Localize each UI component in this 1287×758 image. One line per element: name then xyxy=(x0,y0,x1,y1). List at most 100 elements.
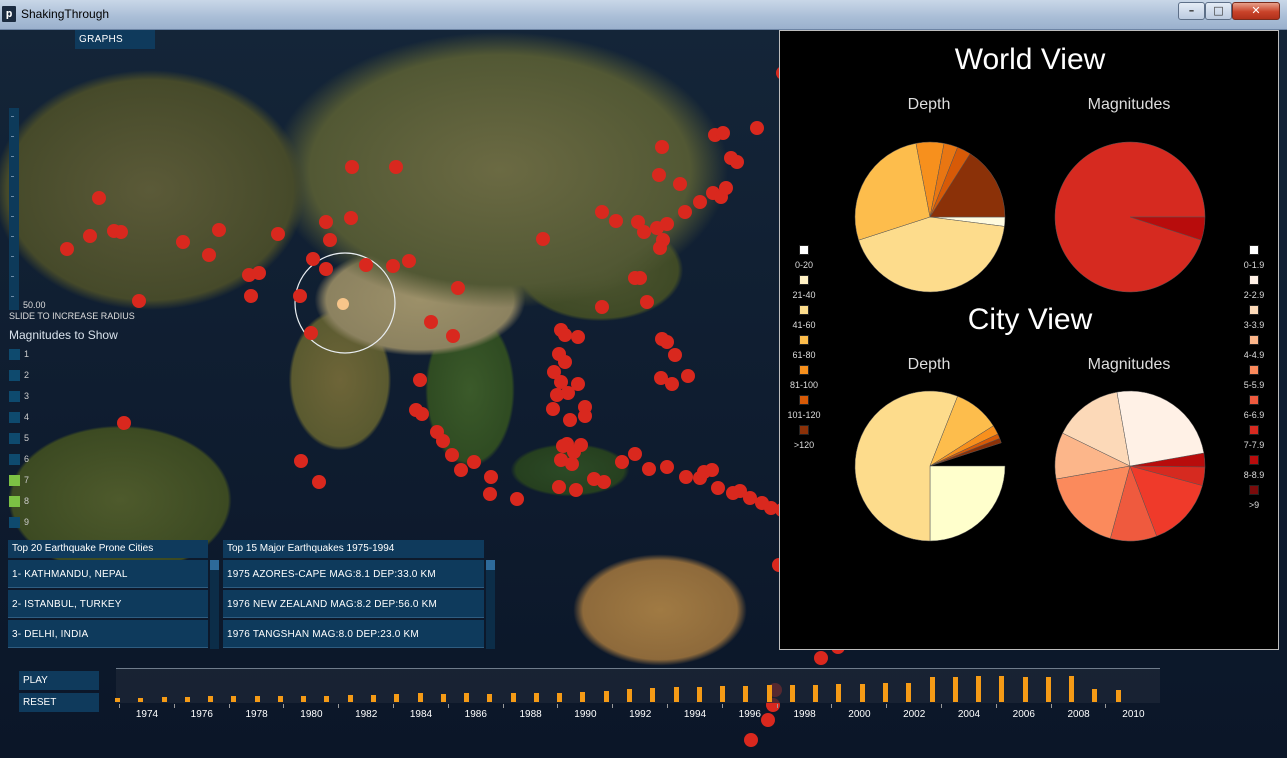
major-quakes-scroll-thumb[interactable] xyxy=(486,560,495,570)
timeline-tick xyxy=(831,704,833,708)
timeline-bar xyxy=(254,695,260,702)
timeline-bar xyxy=(929,677,935,702)
timeline-year-label: 2004 xyxy=(957,709,981,720)
radius-slider[interactable] xyxy=(9,108,19,310)
legend-item: >9 xyxy=(1233,485,1273,515)
title-bar: p ShakingThrough – □ ✕ xyxy=(0,0,1287,30)
legend-item: 5-5.9 xyxy=(1233,365,1273,395)
magnitude-filter-label: 2 xyxy=(24,370,30,380)
city-list-item[interactable]: 2- ISTANBUL, TURKEY xyxy=(8,590,208,618)
timeline-bar xyxy=(789,685,795,702)
magnitude-filter-3[interactable]: 3 xyxy=(9,391,49,405)
major-quakes-scrollbar[interactable] xyxy=(486,560,495,649)
magnitude-filter-label: 6 xyxy=(24,454,30,464)
timeline-bar xyxy=(1045,676,1051,702)
pie-slice xyxy=(1116,390,1205,467)
timeline-bar xyxy=(906,682,912,702)
cities-list-title: Top 20 Earthquake Prone Cities xyxy=(12,543,154,554)
legend-item: 2-2.9 xyxy=(1233,275,1273,305)
legend-label: 5-5.9 xyxy=(1243,380,1265,390)
world-magnitudes-label: Magnitudes xyxy=(1087,96,1171,113)
magnitude-filter-7[interactable]: 7 xyxy=(9,475,49,489)
magnitude-checkbox[interactable] xyxy=(9,412,20,423)
major-quake-list-item[interactable]: 1975 AZORES-CAPE MAG:8.1 DEP:33.0 KM xyxy=(223,560,484,588)
city-list-item[interactable]: 3- DELHI, INDIA xyxy=(8,620,208,648)
maximize-button[interactable]: □ xyxy=(1205,2,1232,20)
timeline-year-label: 1992 xyxy=(629,709,652,720)
legend-item: 21-40 xyxy=(783,275,823,305)
timeline-tick xyxy=(502,704,504,708)
magnitude-filter-9[interactable]: 9 xyxy=(9,517,49,531)
legend-label: 21-40 xyxy=(792,290,816,300)
legend-swatch xyxy=(1249,455,1259,465)
city-depth-label: Depth xyxy=(907,356,951,373)
magnitude-checkbox[interactable] xyxy=(9,517,20,528)
cities-scrollbar[interactable] xyxy=(210,560,219,649)
magnitude-filter-5[interactable]: 5 xyxy=(9,433,49,447)
timeline-bar xyxy=(161,696,167,702)
magnitude-filter-label: 4 xyxy=(24,412,30,422)
legend-swatch xyxy=(799,425,809,435)
minimize-button[interactable]: – xyxy=(1178,2,1205,20)
magnitude-checkbox[interactable] xyxy=(9,370,20,381)
cities-scroll-thumb[interactable] xyxy=(210,560,219,570)
magnitude-filter-label: 9 xyxy=(24,517,30,527)
play-button[interactable]: PLAY xyxy=(19,671,99,690)
major-quake-list-item[interactable]: 1976 TANGSHAN MAG:8.0 DEP:23.0 KM xyxy=(223,620,484,648)
legend-label: 8-8.9 xyxy=(1243,470,1265,480)
legend-swatch xyxy=(799,395,809,405)
cities-list-header[interactable]: Top 20 Earthquake Prone Cities xyxy=(8,540,208,558)
world-depth-label: Depth xyxy=(907,96,951,113)
timeline-tick xyxy=(776,704,778,708)
timeline-bar xyxy=(696,687,702,702)
legend-swatch xyxy=(1249,425,1259,435)
magnitude-checkbox[interactable] xyxy=(9,391,20,402)
major-quakes-list-header[interactable]: Top 15 Major Earthquakes 1975-1994 xyxy=(223,540,484,558)
timeline-tick xyxy=(338,704,340,708)
magnitude-checkbox[interactable] xyxy=(9,349,20,360)
legend-swatch xyxy=(1249,365,1259,375)
timeline-tick xyxy=(228,704,230,708)
magnitude-checkbox[interactable] xyxy=(9,475,20,486)
legend-label: 0-1.9 xyxy=(1243,260,1265,270)
legend-swatch xyxy=(799,245,809,255)
timeline-bar xyxy=(510,693,516,702)
timeline-bar xyxy=(440,693,446,702)
magnitude-checkbox[interactable] xyxy=(9,496,20,507)
magnitude-checkbox[interactable] xyxy=(9,433,20,444)
timeline-bar xyxy=(1115,690,1121,702)
magnitude-filter-1[interactable]: 1 xyxy=(9,349,49,363)
magnitudes-header: Magnitudes to Show xyxy=(9,328,118,342)
legend-swatch xyxy=(1249,305,1259,315)
timeline-bar xyxy=(627,689,632,702)
timeline-year-label: 2010 xyxy=(1122,709,1145,720)
close-button[interactable]: ✕ xyxy=(1232,2,1280,20)
timeline-histogram[interactable] xyxy=(115,668,1160,703)
pie-slice xyxy=(929,465,1006,542)
major-quake-list-item[interactable]: 1976 NEW ZEALAND MAG:8.2 DEP:56.0 KM xyxy=(223,590,484,618)
slider-tick xyxy=(11,256,14,257)
timeline-tick xyxy=(941,704,942,708)
timeline-tick xyxy=(1050,704,1052,708)
legend-item: 7-7.9 xyxy=(1233,425,1273,455)
magnitude-filter-label: 3 xyxy=(24,391,30,401)
city-list-item[interactable]: 1- KATHMANDU, NEPAL xyxy=(8,560,208,588)
timeline-tick xyxy=(283,704,285,708)
legend-swatch xyxy=(799,305,809,315)
timeline-bar xyxy=(533,693,539,702)
timeline-bar xyxy=(720,686,726,702)
magnitude-filter-4[interactable]: 4 xyxy=(9,412,49,426)
magnitude-filter-8[interactable]: 8 xyxy=(9,496,49,510)
timeline-tick xyxy=(173,704,175,708)
reset-button[interactable]: RESET xyxy=(19,693,99,712)
city-view-title: City View xyxy=(967,303,1093,336)
magnitude-filter-2[interactable]: 2 xyxy=(9,370,49,384)
legend-label: >9 xyxy=(1248,500,1260,510)
legend-label: 61-80 xyxy=(792,350,816,360)
magnitude-checkbox[interactable] xyxy=(9,454,20,465)
graphs-tab[interactable]: GRAPHS xyxy=(75,30,155,49)
legend-item: 41-60 xyxy=(783,305,823,335)
slider-tick xyxy=(11,236,14,237)
magnitude-filter-6[interactable]: 6 xyxy=(9,454,49,468)
timeline-bar xyxy=(1092,689,1098,702)
